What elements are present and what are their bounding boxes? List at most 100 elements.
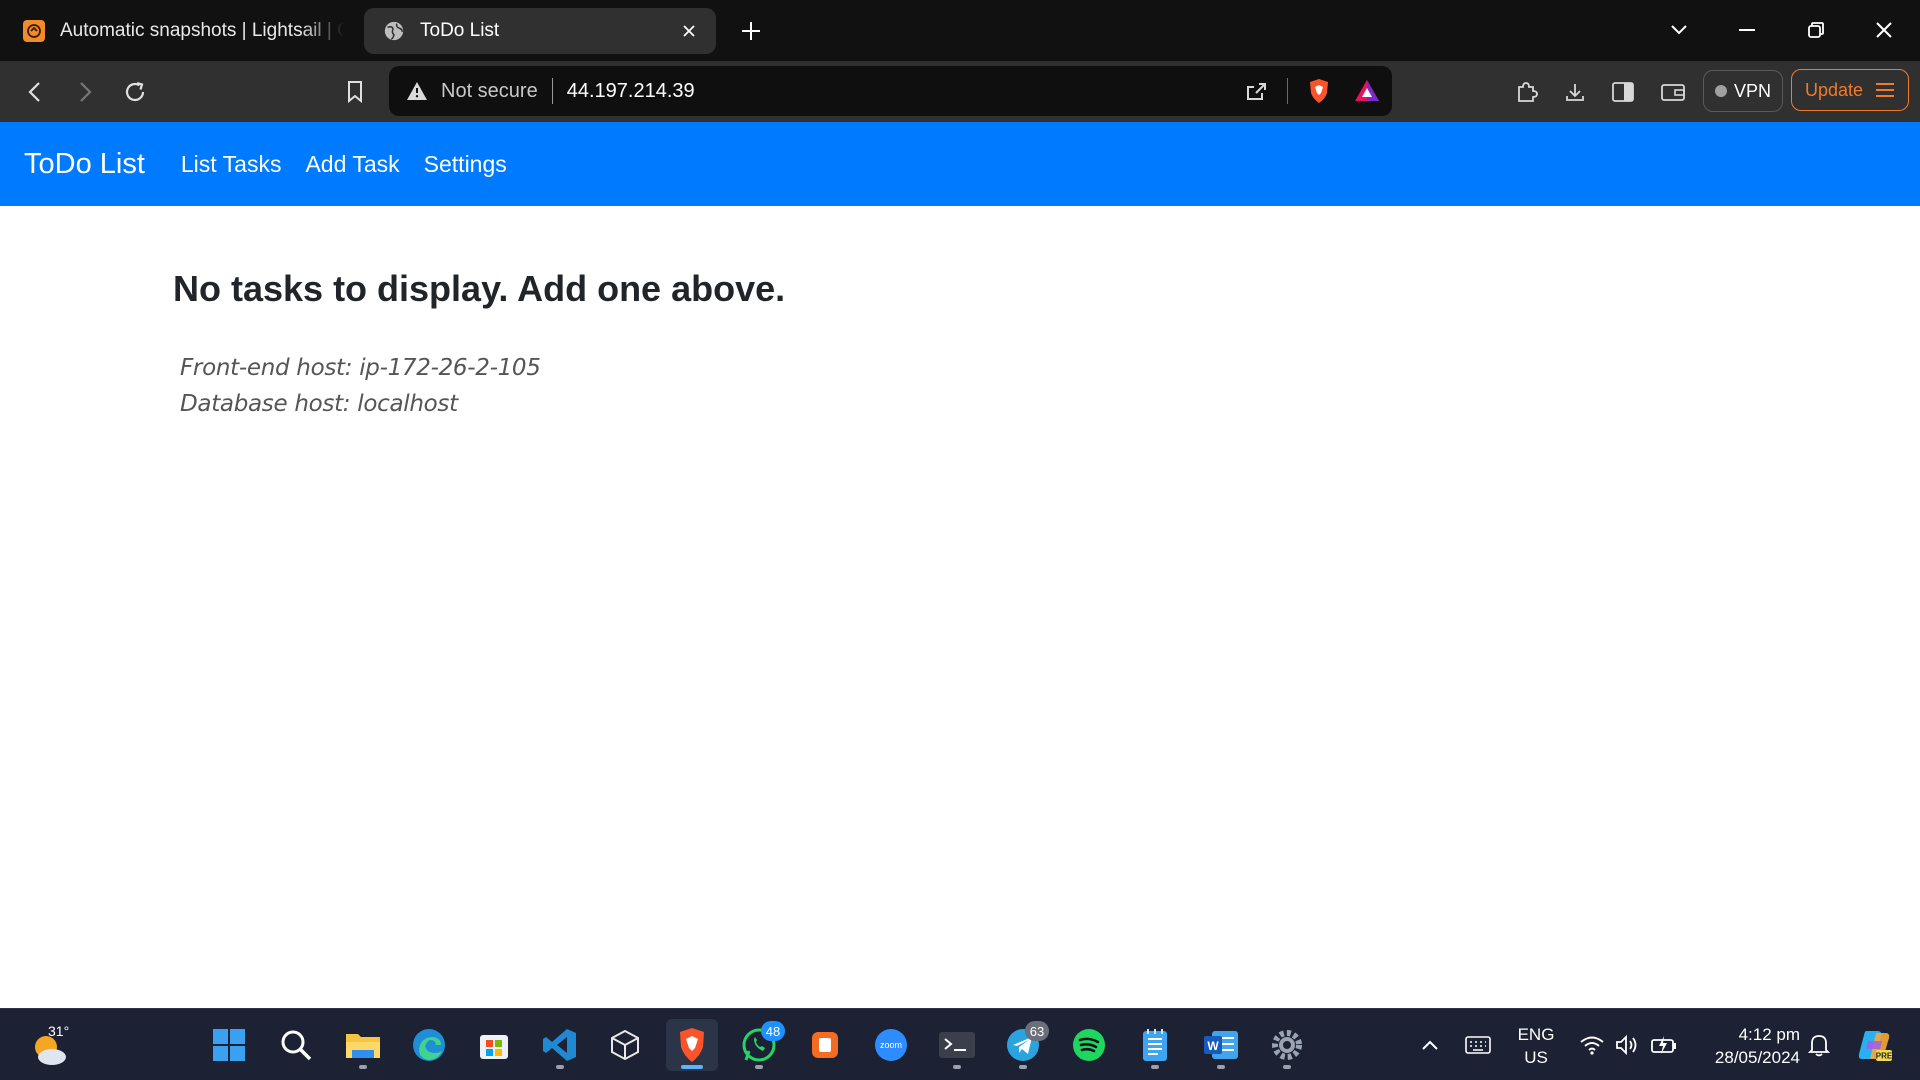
touch-keyboard-button[interactable] xyxy=(1464,1031,1492,1059)
close-window-button[interactable] xyxy=(1866,14,1902,46)
taskbar-notepad[interactable] xyxy=(1129,1019,1181,1071)
sidebar-button[interactable] xyxy=(1606,75,1640,109)
menu-icon xyxy=(1876,83,1895,97)
nav-link-add-task[interactable]: Add Task xyxy=(305,151,399,178)
restore-icon xyxy=(1808,22,1824,38)
close-icon xyxy=(1876,22,1892,38)
notifications-button[interactable] xyxy=(1805,1031,1833,1059)
language-indicator[interactable]: ENG US xyxy=(1512,1023,1560,1069)
taskbar-vscode[interactable] xyxy=(534,1019,586,1071)
taskbar-terminal[interactable] xyxy=(931,1019,983,1071)
language-code: ENG xyxy=(1517,1025,1555,1044)
back-button[interactable] xyxy=(18,75,52,109)
divider xyxy=(1287,78,1288,104)
taskbar-spotify[interactable] xyxy=(1063,1019,1115,1071)
vpn-status-icon xyxy=(1714,85,1727,97)
reload-button[interactable] xyxy=(118,75,152,109)
nav-link-list-tasks[interactable]: List Tasks xyxy=(181,151,282,178)
navbar-brand[interactable]: ToDo List xyxy=(24,148,145,181)
new-tab-button[interactable] xyxy=(736,16,766,46)
taskbar-edge[interactable] xyxy=(403,1019,455,1071)
running-indicator xyxy=(681,1065,703,1069)
running-indicator xyxy=(953,1065,961,1069)
lightsail-icon xyxy=(22,19,46,43)
tab-search-button[interactable] xyxy=(1661,14,1697,46)
taskbar-word[interactable]: W xyxy=(1195,1019,1247,1071)
system-clock[interactable]: 4:12 pm 28/05/2024 xyxy=(1690,1023,1800,1069)
battery-button[interactable] xyxy=(1650,1031,1678,1059)
store-icon xyxy=(480,1035,508,1059)
reload-icon xyxy=(125,81,145,102)
search-icon xyxy=(281,1030,312,1061)
taskbar-search[interactable] xyxy=(270,1019,322,1071)
taskbar-virtualbox[interactable] xyxy=(599,1019,651,1071)
vpn-button[interactable]: VPN xyxy=(1703,70,1783,112)
globe-icon xyxy=(382,19,406,43)
battery-charging-icon xyxy=(1651,1036,1676,1054)
taskbar-whatsapp[interactable]: 48 xyxy=(733,1019,785,1071)
wifi-button[interactable] xyxy=(1578,1031,1606,1059)
notepad-icon xyxy=(1143,1029,1167,1061)
taskbar-zoom[interactable]: zoom xyxy=(865,1019,917,1071)
close-icon[interactable] xyxy=(676,18,702,44)
downloads-button[interactable] xyxy=(1558,75,1592,109)
volume-button[interactable] xyxy=(1614,1031,1642,1059)
taskbar-brave[interactable] xyxy=(666,1019,718,1071)
tab-title: ToDo List xyxy=(420,20,500,41)
forward-arrow-icon xyxy=(80,82,92,102)
back-arrow-icon xyxy=(28,82,40,102)
running-indicator xyxy=(1019,1065,1027,1069)
show-hidden-icons-button[interactable] xyxy=(1416,1031,1444,1059)
restore-button[interactable] xyxy=(1798,14,1834,46)
clock-date: 28/05/2024 xyxy=(1714,1048,1800,1067)
extensions-button[interactable] xyxy=(1510,75,1544,109)
wallet-button[interactable] xyxy=(1656,75,1690,109)
copilot-icon: PRE xyxy=(1858,1031,1892,1061)
keyboard-icon xyxy=(1465,1036,1491,1054)
update-button[interactable]: Update xyxy=(1791,69,1909,111)
windows-taskbar: 31° 48 zoom 63 W ENG US 4:12 pm 28/05/20… xyxy=(0,1008,1920,1080)
browser-tabstrip: Automatic snapshots | Lightsail | Global… xyxy=(0,0,1920,61)
nav-link-settings[interactable]: Settings xyxy=(424,151,507,178)
running-indicator xyxy=(359,1065,367,1069)
warning-icon[interactable] xyxy=(405,79,429,103)
svg-text:zoom: zoom xyxy=(880,1040,902,1050)
url-text[interactable]: 44.197.214.39 xyxy=(567,80,695,103)
forward-button[interactable] xyxy=(68,75,102,109)
taskbar-start[interactable] xyxy=(203,1019,255,1071)
address-bar[interactable]: Not secure 44.197.214.39 xyxy=(389,66,1392,116)
share-icon[interactable] xyxy=(1239,74,1273,108)
security-status[interactable]: Not secure xyxy=(441,80,538,103)
svg-text:PRE: PRE xyxy=(1876,1052,1892,1061)
frontend-host-text: Front-end host: ip-172-26-2-105 xyxy=(180,355,541,381)
taskbar-office[interactable] xyxy=(799,1019,851,1071)
main-content: No tasks to display. Add one above. Fron… xyxy=(173,268,785,422)
download-icon xyxy=(1566,84,1584,101)
brave-icon xyxy=(680,1028,704,1062)
update-label: Update xyxy=(1804,79,1864,100)
brave-rewards-icon[interactable] xyxy=(1350,74,1384,108)
taskbar-settings[interactable] xyxy=(1261,1019,1313,1071)
empty-tasks-heading: No tasks to display. Add one above. xyxy=(173,268,786,309)
taskbar-file-explorer[interactable] xyxy=(337,1019,389,1071)
tab-todo-list[interactable]: ToDo List xyxy=(364,8,716,54)
taskbar-store[interactable] xyxy=(468,1019,520,1071)
minimize-button[interactable] xyxy=(1729,14,1765,46)
weather-temp: 31° xyxy=(48,1023,70,1039)
copilot-button[interactable]: PRE xyxy=(1856,1027,1892,1063)
wifi-icon xyxy=(1580,1036,1604,1055)
edge-icon xyxy=(413,1029,445,1061)
chevron-down-icon xyxy=(1671,25,1687,35)
vscode-icon xyxy=(543,1029,576,1061)
bookmark-icon xyxy=(348,81,362,104)
gear-icon xyxy=(1272,1030,1302,1060)
vpn-label: VPN xyxy=(1733,80,1771,101)
brave-shields-icon[interactable] xyxy=(1302,74,1336,108)
tab-title: Automatic snapshots | Lightsail | Global xyxy=(60,20,344,41)
bookmark-button[interactable] xyxy=(338,75,372,109)
running-indicator xyxy=(1151,1065,1159,1069)
address-divider xyxy=(551,78,553,104)
word-icon: W xyxy=(1204,1031,1238,1059)
tab-lightsail[interactable]: Automatic snapshots | Lightsail | Global xyxy=(4,8,358,54)
taskbar-telegram[interactable]: 63 xyxy=(997,1019,1049,1071)
